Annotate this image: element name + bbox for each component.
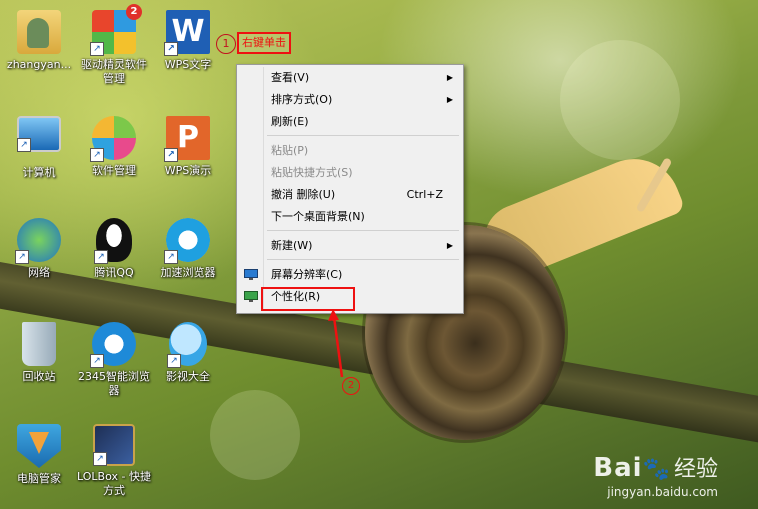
icon-label: 2345智能浏览器 (78, 370, 150, 397)
desktop-icon-lolbox[interactable]: ↗ LOLBox - 快捷方式 (76, 424, 152, 498)
shortcut-arrow-icon: ↗ (167, 354, 181, 368)
recycle-bin-icon (22, 322, 56, 366)
paw-icon: 🐾 (642, 457, 670, 482)
menu-item-undo-delete[interactable]: 撤消 删除(U) Ctrl+Z (239, 185, 461, 205)
desktop-icon-wps-presentation[interactable]: P ↗ WPS演示 (150, 116, 226, 178)
step-1-label: 右键单击 (237, 32, 291, 54)
desktop-icon-accelerated-browser[interactable]: ↗ 加速浏览器 (150, 218, 226, 280)
desktop-icon-computer[interactable]: ↗ 计算机 (1, 116, 77, 180)
personalize-icon (244, 290, 258, 302)
menu-item-new[interactable]: 新建(W) ▶ (239, 236, 461, 256)
submenu-arrow-icon: ▶ (446, 73, 453, 82)
icon-label: LOLBox - 快捷方式 (77, 470, 151, 497)
icon-label: 计算机 (22, 166, 56, 179)
browser-2345-icon: ↗ (90, 322, 136, 368)
shortcut-arrow-icon: ↗ (17, 138, 31, 152)
menu-separator (267, 135, 459, 136)
menu-item-label: 粘贴(P) (271, 144, 309, 157)
icon-label: WPS文字 (164, 58, 212, 71)
menu-item-label: 屏幕分辨率(C) (271, 268, 343, 281)
step-2-arrow-icon (328, 309, 344, 378)
desktop-icon-pc-manager[interactable]: 电脑管家 (1, 424, 77, 486)
icon-label: zhangyan... (6, 58, 72, 71)
menu-item-label: 刷新(E) (271, 115, 309, 128)
menu-item-label: 撤消 删除(U) (271, 188, 336, 201)
wps-writer-icon: W ↗ (164, 10, 210, 56)
shortcut-arrow-icon: ↗ (164, 148, 178, 162)
menu-item-screen-resolution[interactable]: 屏幕分辨率(C) (239, 265, 461, 285)
menu-item-view[interactable]: 查看(V) ▶ (239, 68, 461, 88)
desktop-icon-driver-genius[interactable]: 2 ↗ 驱动精灵软件管理 (76, 4, 152, 86)
icon-label: 影视大全 (166, 370, 210, 383)
icon-label: 软件管理 (92, 164, 136, 177)
menu-item-label: 新建(W) (271, 239, 313, 252)
driver-genius-icon: 2 ↗ (90, 4, 142, 56)
shortcut-arrow-icon: ↗ (90, 354, 104, 368)
shortcut-arrow-icon: ↗ (164, 250, 178, 264)
icon-label: 电脑管家 (17, 472, 61, 485)
menu-item-label: 查看(V) (271, 71, 310, 84)
watermark-url: jingyan.baidu.com (607, 485, 718, 499)
icon-label: 回收站 (22, 370, 56, 383)
shortcut-arrow-icon: ↗ (164, 42, 178, 56)
display-icon (244, 268, 258, 280)
pc-manager-icon (17, 424, 61, 468)
qq-icon: ↗ (94, 218, 132, 264)
wps-presentation-icon: P ↗ (164, 116, 210, 162)
video-app-icon: ↗ (167, 322, 207, 368)
shortcut-arrow-icon: ↗ (15, 250, 29, 264)
menu-item-label: 粘贴快捷方式(S) (271, 166, 353, 179)
desktop-icon-qq[interactable]: ↗ 腾讯QQ (76, 218, 152, 280)
desktop-icon-user-folder[interactable]: zhangyan... (1, 10, 77, 72)
desktop-icon-network[interactable]: ↗ 网络 (1, 218, 77, 280)
shortcut-arrow-icon: ↗ (93, 452, 107, 466)
menu-item-paste-shortcut: 粘贴快捷方式(S) (239, 163, 461, 183)
menu-item-paste: 粘贴(P) (239, 141, 461, 161)
menu-item-shortcut: Ctrl+Z (406, 188, 443, 201)
submenu-arrow-icon: ▶ (446, 95, 453, 104)
network-icon: ↗ (15, 218, 61, 264)
desktop-icon-wps-writer[interactable]: W ↗ WPS文字 (150, 10, 226, 72)
menu-item-label: 排序方式(O) (271, 93, 333, 106)
icon-label: WPS演示 (164, 164, 212, 177)
step-2-marker: 2 (342, 377, 360, 395)
desktop-icon-software-manager[interactable]: ↗ 软件管理 (76, 116, 152, 178)
user-folder-icon (17, 10, 61, 54)
icon-label: 网络 (28, 266, 50, 279)
baidu-jingyan-watermark: Bai🐾 经验 (593, 451, 718, 483)
icon-label: 腾讯QQ (94, 266, 134, 279)
software-manager-icon: ↗ (90, 116, 136, 162)
desktop-icon-recycle-bin[interactable]: 回收站 (1, 322, 77, 384)
accelerated-browser-icon: ↗ (164, 218, 210, 264)
bokeh-light (560, 40, 680, 160)
menu-item-sort-by[interactable]: 排序方式(O) ▶ (239, 90, 461, 110)
lolbox-icon: ↗ (93, 424, 135, 466)
submenu-arrow-icon: ▶ (446, 241, 453, 250)
notification-badge: 2 (126, 4, 142, 20)
step-1-marker: 1 (216, 34, 236, 54)
menu-separator (267, 259, 459, 260)
bokeh-light (210, 390, 300, 480)
menu-item-next-background[interactable]: 下一个桌面背景(N) (239, 207, 461, 227)
menu-item-refresh[interactable]: 刷新(E) (239, 112, 461, 132)
menu-separator (267, 230, 459, 231)
shortcut-arrow-icon: ↗ (94, 250, 108, 264)
shortcut-arrow-icon: ↗ (90, 148, 104, 162)
desktop-icon-2345-browser[interactable]: ↗ 2345智能浏览器 (76, 322, 152, 398)
watermark-brand-suffix: 经验 (673, 457, 718, 482)
icon-label: 加速浏览器 (160, 266, 216, 279)
icon-label: 驱动精灵软件管理 (81, 58, 147, 85)
shortcut-arrow-icon: ↗ (90, 42, 104, 56)
watermark-brand: Bai (593, 453, 643, 483)
computer-icon: ↗ (17, 116, 61, 152)
desktop-context-menu: 查看(V) ▶ 排序方式(O) ▶ 刷新(E) 粘贴(P) 粘贴快捷方式(S) … (236, 64, 464, 314)
menu-item-label: 下一个桌面背景(N) (271, 210, 365, 223)
desktop-icon-video-app[interactable]: ↗ 影视大全 (150, 322, 226, 384)
